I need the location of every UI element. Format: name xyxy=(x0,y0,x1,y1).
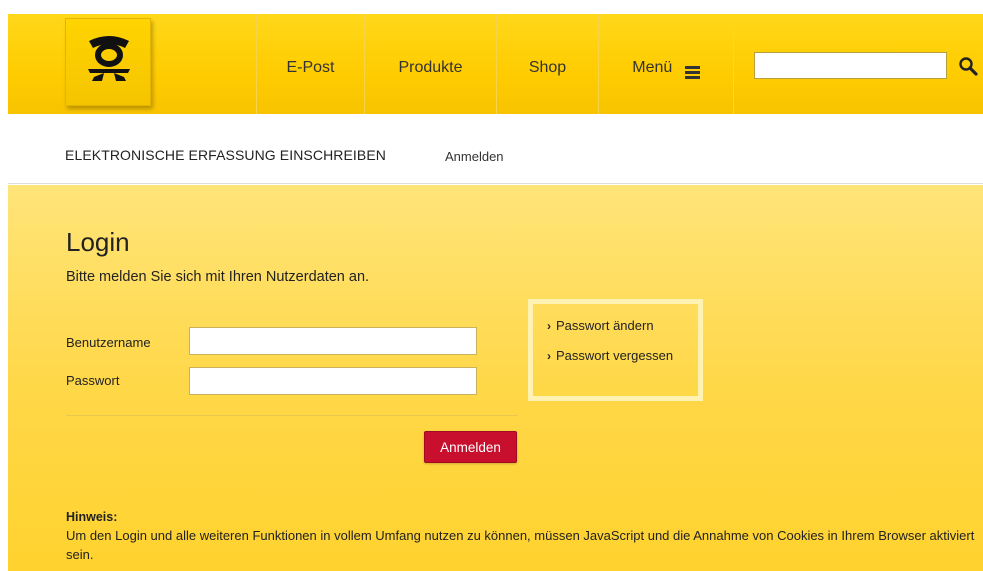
nav-epost[interactable]: E-Post xyxy=(256,14,364,114)
nav-epost-label: E-Post xyxy=(286,59,335,76)
top-strip xyxy=(8,0,983,14)
search-icon[interactable] xyxy=(958,56,978,76)
breadcrumb-anmelden[interactable]: Anmelden xyxy=(445,149,504,164)
change-password-link[interactable]: › Passwort ändern xyxy=(547,318,654,333)
username-field[interactable] xyxy=(189,327,477,355)
chevron-right-icon: › xyxy=(547,349,551,363)
password-field[interactable] xyxy=(189,367,477,395)
change-password-label: Passwort ändern xyxy=(556,318,654,333)
forgot-password-label: Passwort vergessen xyxy=(556,348,674,363)
form-divider xyxy=(66,415,518,416)
page-title: Login xyxy=(66,227,130,257)
deutsche-post-logo[interactable] xyxy=(65,18,151,106)
chevron-right-icon: › xyxy=(547,319,551,333)
username-label: Benutzername xyxy=(66,335,151,350)
password-links-box: › Passwort ändern › Passwort vergessen xyxy=(528,299,703,401)
forgot-password-link[interactable]: › Passwort vergessen xyxy=(547,348,673,363)
hint-text: Um den Login und alle weiteren Funktione… xyxy=(66,528,975,562)
login-button[interactable]: Anmelden xyxy=(424,431,517,463)
login-subtitle: Bitte melden Sie sich mit Ihren Nutzerda… xyxy=(66,269,370,285)
nav-produkte[interactable]: Produkte xyxy=(364,14,496,114)
nav-shop[interactable]: Shop xyxy=(496,14,598,114)
search-input[interactable] xyxy=(754,52,947,79)
breadcrumb-title[interactable]: ELEKTRONISCHE ERFASSUNG EINSCHREIBEN xyxy=(65,147,386,163)
nav-menu[interactable]: Menü xyxy=(598,14,734,114)
hint-title: Hinweis: xyxy=(66,510,118,524)
nav-menu-label: Menü xyxy=(632,59,673,77)
login-section: Login Bitte melden Sie sich mit Ihren Nu… xyxy=(8,185,983,571)
password-label: Passwort xyxy=(66,373,120,388)
hamburger-icon xyxy=(684,64,700,81)
nav-shop-label: Shop xyxy=(528,59,567,76)
site-header: E-Post Produkte Shop Menü xyxy=(8,14,983,114)
nav-produkte-label: Produkte xyxy=(398,59,463,76)
main-nav: E-Post Produkte Shop Menü xyxy=(256,14,734,114)
breadcrumb: ELEKTRONISCHE ERFASSUNG EINSCHREIBEN Anm… xyxy=(8,114,983,184)
post-horn-icon xyxy=(88,36,130,81)
